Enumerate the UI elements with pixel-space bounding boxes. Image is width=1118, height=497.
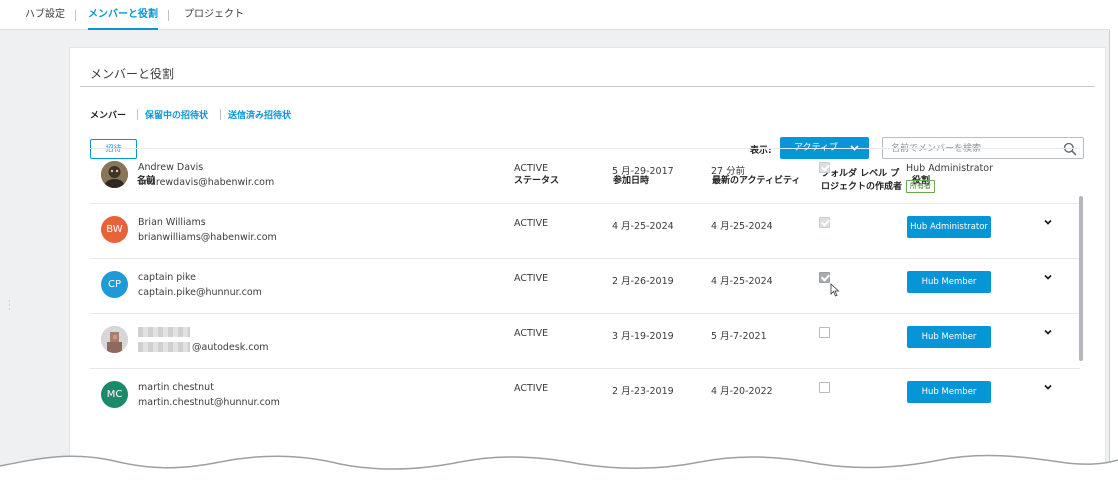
member-joined-date: 2 月-26-2019 [612, 276, 674, 287]
member-role: Hub Administrator [906, 163, 993, 174]
chevron-down-icon[interactable] [1043, 272, 1053, 282]
member-joined-date: 2 月-23-2019 [612, 386, 674, 397]
member-email: brianwilliams@habenwir.com [138, 232, 277, 243]
tab-projects[interactable]: プロジェクト [184, 0, 244, 30]
member-email: @autodesk.com [192, 342, 269, 353]
member-name: Brian Williams [138, 217, 206, 228]
table-row[interactable]: CP captain pike captain.pike@hunnur.com … [90, 258, 1080, 313]
redacted-email-prefix [138, 342, 190, 352]
member-last-activity: 4 月-25-2024 [711, 276, 773, 287]
resize-grip[interactable]: · · · [8, 298, 11, 314]
chevron-down-icon[interactable] [1043, 382, 1053, 392]
member-last-activity: 5 月-7-2021 [711, 331, 767, 342]
member-joined-date: 5 月-29-2017 [612, 166, 674, 177]
member-last-activity: 27 分前 [711, 166, 746, 177]
role-select-button[interactable]: Hub Member [907, 381, 991, 403]
member-joined-date: 4 月-25-2024 [612, 221, 674, 232]
redacted-name [138, 327, 190, 337]
subtab-members[interactable]: メンバー [90, 108, 126, 121]
role-select-button[interactable]: Hub Member [907, 271, 991, 293]
subtab-separator [220, 109, 221, 120]
table-row[interactable]: MC martin chestnut martin.chestnut@hunnu… [90, 368, 1080, 423]
subtab-separator [137, 109, 138, 120]
member-status: ACTIVE [514, 328, 549, 339]
table-row[interactable]: @autodesk.com ACTIVE 3 月-19-2019 5 月-7-2… [90, 313, 1080, 368]
avatar: MC [101, 381, 128, 408]
member-status: ACTIVE [514, 163, 549, 174]
member-name: Andrew Davis [138, 162, 204, 173]
chevron-down-icon[interactable] [1043, 327, 1053, 337]
member-name: martin chestnut [138, 382, 214, 393]
member-status: ACTIVE [514, 383, 549, 394]
member-email: captain.pike@hunnur.com [138, 287, 262, 298]
folder-creator-checkbox[interactable] [819, 272, 830, 283]
member-last-activity: 4 月-25-2024 [711, 221, 773, 232]
member-email: andrewdavis@habenwir.com [138, 177, 275, 188]
table-row[interactable]: Andrew Davis andrewdavis@habenwir.com AC… [90, 148, 1080, 203]
avatar [101, 161, 128, 188]
avatar [101, 326, 128, 353]
avatar: BW [101, 216, 128, 243]
avatar: CP [101, 271, 128, 298]
member-status: ACTIVE [514, 273, 549, 284]
member-name: captain pike [138, 272, 196, 283]
tab-separator [75, 10, 76, 21]
vertical-scrollbar[interactable] [1079, 196, 1083, 361]
tab-separator [168, 10, 169, 21]
folder-creator-checkbox [819, 217, 830, 228]
top-navigation: ハブ設定 メンバーと役割 プロジェクト [0, 0, 1110, 30]
folder-creator-checkbox[interactable] [819, 327, 830, 338]
subtab-pending-invites[interactable]: 保留中の招待状 [145, 108, 208, 121]
tab-members-roles[interactable]: メンバーと役割 [88, 0, 158, 30]
folder-creator-checkbox[interactable] [819, 382, 830, 393]
title-divider [80, 86, 1095, 87]
page-title: メンバーと役割 [90, 67, 175, 81]
owner-badge: 所有者 [906, 180, 935, 193]
role-select-button[interactable]: Hub Administrator [907, 216, 991, 238]
member-joined-date: 3 月-19-2019 [612, 331, 674, 342]
chevron-down-icon[interactable] [1043, 217, 1053, 227]
members-table-body: Andrew Davis andrewdavis@habenwir.com AC… [90, 148, 1080, 449]
table-row[interactable]: BW Brian Williams brianwilliams@habenwir… [90, 203, 1080, 258]
app-window: ハブ設定 メンバーと役割 プロジェクト · · · メンバーと役割 メンバー 保留中… [0, 0, 1110, 497]
mouse-cursor-icon [830, 283, 840, 297]
folder-creator-checkbox [819, 162, 830, 173]
tab-hub-settings[interactable]: ハブ設定 [25, 0, 65, 30]
subtab-sent-invites[interactable]: 送信済み招待状 [228, 108, 291, 121]
member-last-activity: 4 月-20-2022 [711, 386, 773, 397]
member-status: ACTIVE [514, 218, 549, 229]
member-email: martin.chestnut@hunnur.com [138, 397, 280, 408]
role-select-button[interactable]: Hub Member [907, 326, 991, 348]
torn-edge-decoration [0, 454, 1118, 497]
